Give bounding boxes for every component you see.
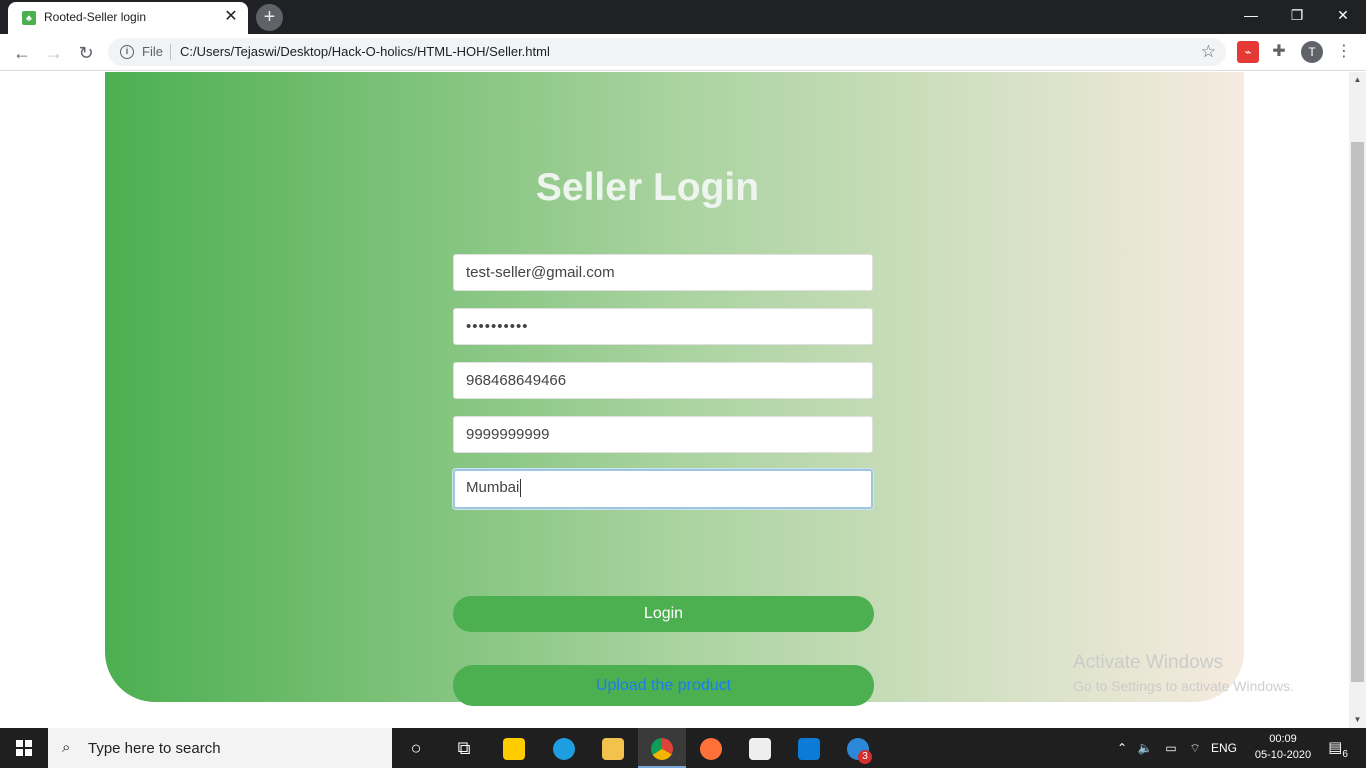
address-bar[interactable]: i File C:/Users/Tejaswi/Desktop/Hack-O-h… [108,38,1226,66]
clock-date: 05-10-2020 [1254,749,1312,761]
browser-tab-strip: ♣ Rooted-Seller login ✕ + — ❐ ✕ [0,0,1366,34]
back-arrow-icon[interactable]: ← [8,39,36,67]
bookmark-star-icon[interactable]: ☆ [1201,42,1216,62]
info-icon[interactable]: i [120,45,134,59]
taskbar-search-box[interactable]: ⌕ Type here to search [48,728,392,768]
start-button[interactable] [0,728,48,768]
page-viewport: Seller Login test-seller@gmail.com •••••… [0,72,1349,728]
chat-app-icon[interactable]: 3 [834,728,882,768]
minimize-button[interactable]: — [1228,0,1274,30]
browser-tab[interactable]: ♣ Rooted-Seller login ✕ [8,2,248,34]
tab-title: Rooted-Seller login [44,10,147,24]
upload-product-button[interactable]: Upload the product [453,665,874,706]
task-view-icon[interactable]: ⧉ [440,728,488,768]
edge-browser-icon[interactable] [540,728,588,768]
reload-icon[interactable]: ↻ [72,39,100,67]
notification-count: 6 [1342,749,1348,760]
activate-windows-watermark: Activate Windows Go to Settings to activ… [1073,652,1294,694]
tab-close-icon[interactable]: ✕ [222,8,240,26]
url-text[interactable]: C:/Users/Tejaswi/Desktop/Hack-O-holics/H… [180,44,550,59]
city-field-value: Mumbai [466,479,520,496]
system-clock[interactable]: 00:09 05-10-2020 [1248,731,1318,763]
page-title: Seller Login [535,166,760,209]
volume-icon[interactable]: 🔈 [1134,728,1156,768]
email-field[interactable]: test-seller@gmail.com [453,254,873,291]
alt-phone-field[interactable]: 9999999999 [453,416,873,453]
wifi-icon[interactable]: ⌔ [1184,728,1206,768]
upload-product-link[interactable]: Upload the product [596,677,731,694]
password-field[interactable]: •••••••••• [453,308,873,345]
search-placeholder: Type here to search [88,740,221,757]
menu-kebab-icon[interactable]: ⋮ [1336,40,1352,64]
clock-time: 00:09 [1269,733,1297,745]
extensions-puzzle-icon[interactable]: ✚ [1268,41,1290,63]
windows-taskbar: ⌕ Type here to search ○ ⧉ 3 ⌃ 🔈 ▭ ⌔ ENG … [0,728,1366,768]
leaf-favicon-icon: ♣ [22,11,36,25]
text-caret [520,479,522,498]
phone-field[interactable]: 968468649466 [453,362,873,399]
battery-icon[interactable]: ▭ [1160,728,1182,768]
browser-toolbar: ← → ↻ i File C:/Users/Tejaswi/Desktop/Ha… [0,34,1366,71]
file-explorer-icon[interactable] [589,728,637,768]
pdf-extension-icon[interactable]: ⌁ [1237,41,1259,63]
login-card: Seller Login test-seller@gmail.com •••••… [105,72,1244,706]
vscode-icon[interactable] [785,728,833,768]
scroll-up-arrow-icon[interactable]: ▲ [1349,72,1366,88]
window-close-button[interactable]: ✕ [1320,0,1366,30]
tray-chevron-icon[interactable]: ⌃ [1112,728,1132,768]
page-scrollbar[interactable]: ▲ ▼ [1349,72,1366,728]
firefox-browser-icon[interactable] [687,728,735,768]
java-app-icon[interactable] [736,728,784,768]
watermark-subtitle: Go to Settings to activate Windows. [1073,678,1294,694]
windows-logo-icon [16,740,32,756]
watermark-title: Activate Windows [1073,652,1223,673]
url-scheme: File [142,44,163,59]
scroll-thumb[interactable] [1351,142,1364,682]
restore-button[interactable]: ❐ [1274,0,1320,30]
search-icon: ⌕ [62,739,71,756]
cortana-circle-icon[interactable]: ○ [392,728,440,768]
app-notification-badge: 3 [858,750,872,764]
omnibox-divider [170,44,171,60]
new-tab-button[interactable]: + [256,4,283,31]
notification-center-icon[interactable]: ▤6 [1320,728,1356,768]
chrome-browser-icon[interactable] [638,728,686,768]
login-button[interactable]: Login [453,596,874,632]
scroll-down-arrow-icon[interactable]: ▼ [1349,712,1366,728]
city-field[interactable]: Mumbai [453,469,873,509]
sticky-notes-icon[interactable] [490,728,538,768]
forward-arrow-icon[interactable]: → [40,39,68,67]
profile-avatar[interactable]: T [1301,41,1323,63]
language-indicator[interactable]: ENG [1208,728,1240,768]
